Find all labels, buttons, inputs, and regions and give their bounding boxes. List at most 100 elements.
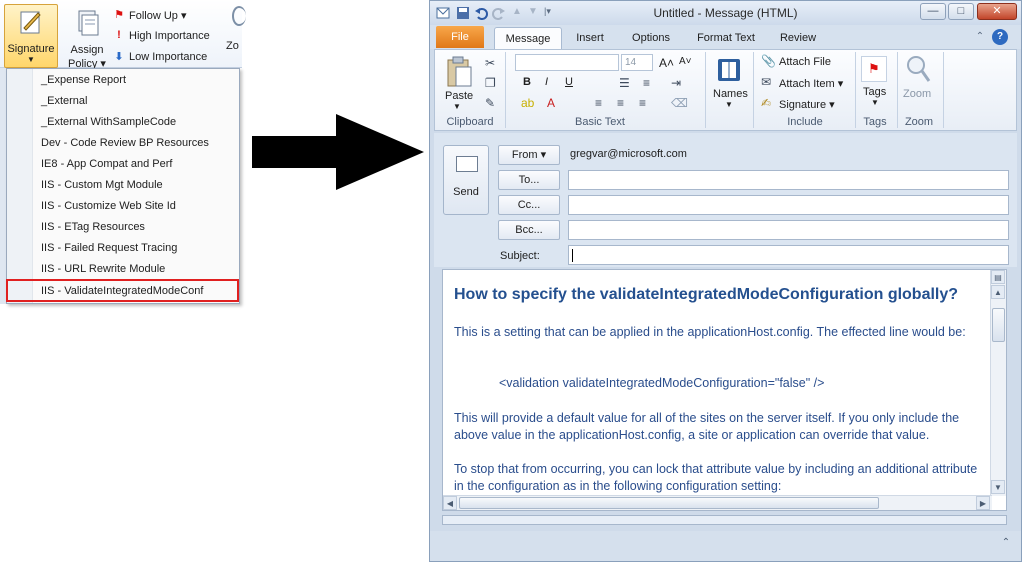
cut-icon[interactable]: ✂	[485, 56, 495, 70]
signature-dropdown-menu: _Expense Report _External _External With…	[6, 68, 240, 304]
scroll-right-arrow-icon[interactable]: ▶	[976, 496, 990, 510]
menu-item-iis-failed-request[interactable]: IIS - Failed Request Tracing	[41, 238, 177, 259]
assign-policy-label: Assign	[70, 44, 104, 56]
vertical-scroll-thumb[interactable]	[992, 308, 1005, 342]
maximize-button[interactable]: □	[948, 3, 974, 20]
names-icon[interactable]	[715, 56, 743, 84]
message-footer-strip	[442, 515, 1007, 525]
tab-file[interactable]: File	[436, 26, 484, 48]
format-painter-icon[interactable]: ✎	[485, 96, 495, 110]
high-importance-button[interactable]: ! High Importance	[112, 26, 210, 46]
to-field[interactable]	[568, 170, 1009, 190]
minimize-button[interactable]: —	[920, 3, 946, 20]
paste-icon[interactable]	[445, 55, 473, 89]
indent-icon[interactable]: ⇥	[671, 76, 681, 90]
assign-policy-button[interactable]: Assign Policy ▾	[64, 4, 110, 70]
send-button[interactable]: Send	[443, 145, 489, 215]
body-paragraph-2: This will provide a default value for al…	[454, 411, 960, 442]
status-bar: ⌃	[430, 531, 1021, 561]
body-paragraph-1: This is a setting that can be applied in…	[454, 325, 966, 339]
tab-format-text[interactable]: Format Text	[692, 27, 760, 49]
bullets-icon[interactable]: ☰	[619, 76, 630, 90]
help-button[interactable]: ?	[992, 29, 1008, 45]
right-arrow-icon	[252, 114, 424, 190]
menu-item-external[interactable]: _External	[41, 91, 87, 112]
follow-up-button[interactable]: ⚑ Follow Up ▾	[112, 5, 186, 25]
tab-review[interactable]: Review	[774, 27, 822, 49]
to-button[interactable]: To...	[498, 170, 560, 190]
font-name-combo[interactable]	[515, 54, 619, 71]
menu-item-dev-code-review[interactable]: Dev - Code Review BP Resources	[41, 133, 209, 154]
group-divider	[705, 52, 706, 128]
tab-insert[interactable]: Insert	[568, 27, 612, 49]
cc-button[interactable]: Cc...	[498, 195, 560, 215]
highlight-color-icon[interactable]: ab	[521, 96, 534, 110]
from-address: gregvar@microsoft.com	[570, 148, 687, 160]
body-heading: How to specify the validateIntegratedMod…	[454, 286, 959, 303]
tags-flag-icon[interactable]: ⚑	[861, 56, 887, 82]
bcc-button[interactable]: Bcc...	[498, 220, 560, 240]
font-size-combo[interactable]: 14	[621, 54, 653, 71]
grow-font-button[interactable]: A˄	[659, 56, 674, 70]
minimize-ribbon-icon[interactable]: ⌃	[972, 29, 988, 45]
menu-item-expense-report[interactable]: _Expense Report	[41, 70, 126, 91]
scroll-left-arrow-icon[interactable]: ◀	[443, 496, 457, 510]
numbering-icon[interactable]: ≡	[643, 76, 650, 90]
send-icon	[456, 156, 478, 172]
expand-people-pane-icon[interactable]: ⌃	[999, 537, 1013, 551]
align-left-icon[interactable]: ≡	[595, 96, 602, 110]
zoom-button-label: Zoom	[903, 88, 932, 100]
menu-item-external-samplecode[interactable]: _External WithSampleCode	[41, 112, 176, 133]
tab-options[interactable]: Options	[624, 27, 678, 49]
copy-icon[interactable]: ❐	[485, 76, 496, 90]
scroll-down-arrow-icon[interactable]: ▼	[991, 480, 1005, 494]
vertical-scrollbar[interactable]: ▤ ▲ ▼	[990, 270, 1006, 496]
names-chevron-icon[interactable]: ▼	[725, 100, 733, 109]
menu-item-iis-custom-mgt[interactable]: IIS - Custom Mgt Module	[41, 175, 163, 196]
italic-button[interactable]: I	[545, 76, 548, 88]
attach-item-button[interactable]: Attach Item ▾	[779, 77, 843, 90]
paste-chevron-icon[interactable]: ▼	[453, 102, 461, 111]
zoom-icon[interactable]	[905, 54, 931, 84]
signature-ribbon-button[interactable]: Signature ▾	[779, 98, 835, 111]
bcc-field[interactable]	[568, 220, 1009, 240]
group-divider	[505, 52, 506, 128]
menu-item-iis-customize-site-id[interactable]: IIS - Customize Web Site Id	[41, 196, 176, 217]
tags-chevron-icon[interactable]: ▼	[871, 98, 879, 107]
include-group-label: Include	[787, 116, 823, 128]
bold-button[interactable]: B	[523, 76, 531, 88]
close-button[interactable]: ✕	[977, 3, 1017, 20]
signature-button-label: Signature	[7, 43, 55, 55]
align-right-icon[interactable]: ≡	[639, 96, 646, 110]
high-importance-label: High Importance	[129, 30, 210, 42]
message-body[interactable]: How to specify the validateIntegratedMod…	[442, 269, 1007, 511]
attach-item-icon[interactable]: ✉	[761, 75, 771, 89]
ruler-toggle-icon[interactable]: ▤	[991, 270, 1005, 284]
horizontal-scroll-thumb[interactable]	[459, 497, 879, 509]
tab-message[interactable]: Message	[494, 27, 562, 49]
follow-up-label: Follow Up ▾	[129, 9, 187, 22]
scroll-up-arrow-icon[interactable]: ▲	[991, 285, 1005, 299]
attach-file-icon[interactable]: 📎	[761, 54, 776, 68]
font-color-icon[interactable]: A	[547, 96, 555, 110]
cc-field[interactable]	[568, 195, 1009, 215]
from-button[interactable]: From ▾	[498, 145, 560, 165]
assign-policy-icon	[78, 10, 99, 36]
clear-format-icon[interactable]: ⌫	[671, 96, 688, 110]
low-importance-button[interactable]: ⬇ Low Importance	[112, 47, 207, 67]
group-divider	[943, 52, 944, 128]
menu-gutter	[7, 69, 33, 303]
menu-item-ie8-app-compat[interactable]: IE8 - App Compat and Perf	[41, 154, 172, 175]
shrink-font-button[interactable]: A˅	[679, 56, 692, 67]
high-importance-icon: !	[117, 29, 121, 41]
menu-item-iis-etag[interactable]: IIS - ETag Resources	[41, 217, 145, 238]
tags-group-label: Tags	[863, 116, 887, 128]
align-center-icon[interactable]: ≡	[617, 96, 624, 110]
signature-button[interactable]: Signature ▼	[4, 4, 58, 68]
attach-file-button[interactable]: Attach File	[779, 56, 831, 68]
subject-field[interactable]	[568, 245, 1009, 265]
menu-item-iis-url-rewrite[interactable]: IIS - URL Rewrite Module	[41, 259, 165, 280]
horizontal-scrollbar[interactable]: ◀ ▶	[443, 495, 992, 510]
signature-icon[interactable]: ✍	[761, 96, 771, 110]
underline-button[interactable]: U	[565, 76, 573, 88]
